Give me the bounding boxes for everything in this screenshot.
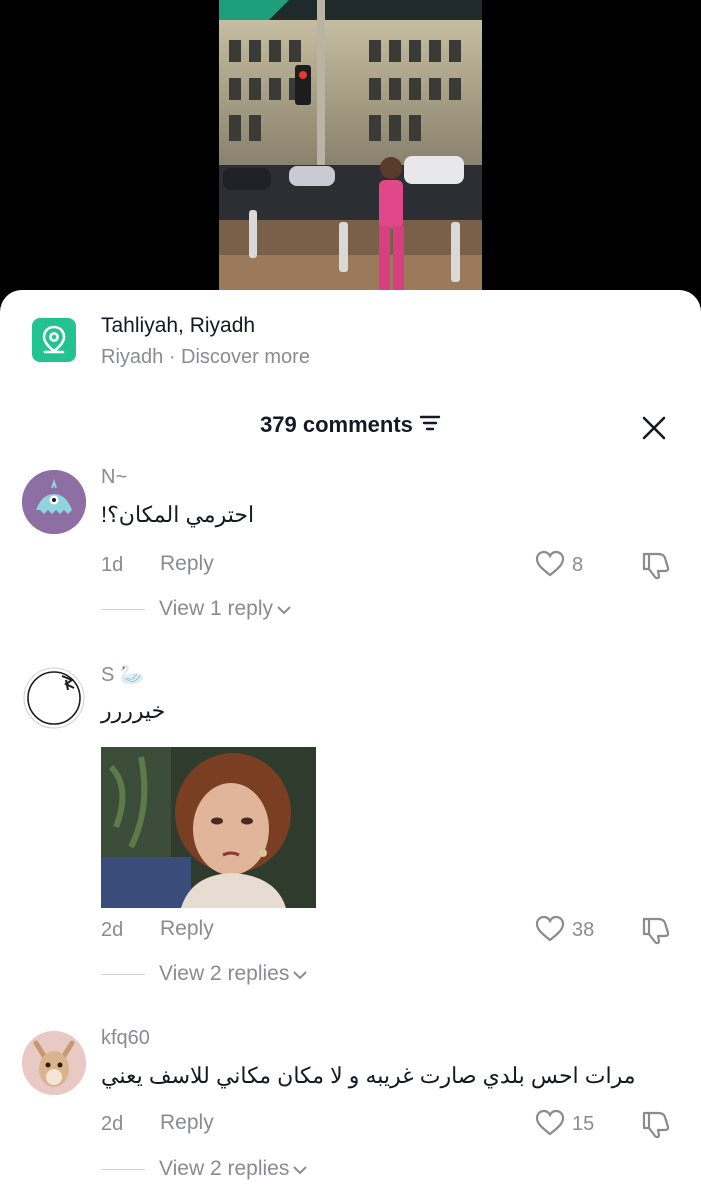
comment-count: 379 comments xyxy=(260,412,413,437)
comment-username[interactable]: N~ xyxy=(101,466,127,489)
view-replies-label: View 1 reply xyxy=(159,597,274,620)
dislike-icon[interactable] xyxy=(640,915,672,945)
avatar[interactable] xyxy=(22,666,86,730)
avatar[interactable] xyxy=(22,470,86,534)
video-thumbnail[interactable] xyxy=(219,0,482,300)
heart-icon[interactable] xyxy=(535,915,565,943)
video-area[interactable] xyxy=(0,0,701,320)
dislike-icon[interactable] xyxy=(640,1109,672,1139)
comments-header: 379 comments xyxy=(0,412,701,438)
view-replies-label: View 2 replies xyxy=(159,1157,290,1180)
sort-icon[interactable] xyxy=(419,414,441,437)
map-pin-icon[interactable] xyxy=(32,318,76,362)
divider xyxy=(101,609,145,610)
view-replies-link[interactable]: View 2 replies xyxy=(159,1157,308,1181)
avatar[interactable] xyxy=(22,1031,86,1095)
comments-sheet: Tahliyah, Riyadh Riyadh · Discover more … xyxy=(0,290,701,1200)
divider xyxy=(101,974,145,975)
view-replies-link[interactable]: View 1 reply xyxy=(159,597,291,621)
comment-time: 1d xyxy=(101,554,124,576)
heart-icon[interactable] xyxy=(535,1109,565,1137)
comment-text: مرات احس بلدي صارت غريبه و لا مكان مكاني… xyxy=(101,1063,636,1088)
chevron-down-icon xyxy=(293,962,308,986)
view-replies-link[interactable]: View 2 replies xyxy=(159,962,308,986)
comment-time: 2d xyxy=(101,919,124,941)
chevron-down-icon xyxy=(277,597,291,621)
location-title[interactable]: Tahliyah, Riyadh xyxy=(101,314,255,338)
location-subtitle[interactable]: Riyadh · Discover more xyxy=(101,346,310,369)
reply-button[interactable]: Reply xyxy=(160,1111,214,1135)
like-count: 8 xyxy=(572,554,584,576)
dislike-icon[interactable] xyxy=(640,550,672,580)
comment-gif-image[interactable] xyxy=(101,747,316,908)
reply-button[interactable]: Reply xyxy=(160,917,214,941)
like-count: 38 xyxy=(572,919,595,941)
comment-time: 2d xyxy=(101,1113,124,1135)
comment-username[interactable]: S 🦢 xyxy=(101,662,145,687)
heart-icon[interactable] xyxy=(535,550,565,578)
comment-text: احترمي المكان؟! xyxy=(101,502,255,527)
view-replies-label: View 2 replies xyxy=(159,962,290,985)
comment-username[interactable]: kfq60 xyxy=(101,1027,150,1050)
divider xyxy=(101,1169,145,1170)
comment-text: خيرررر xyxy=(101,698,166,723)
like-count: 15 xyxy=(572,1113,595,1135)
reply-button[interactable]: Reply xyxy=(160,552,214,576)
video-scene xyxy=(219,0,482,300)
chevron-down-icon xyxy=(293,1157,308,1181)
close-icon[interactable] xyxy=(640,414,668,442)
